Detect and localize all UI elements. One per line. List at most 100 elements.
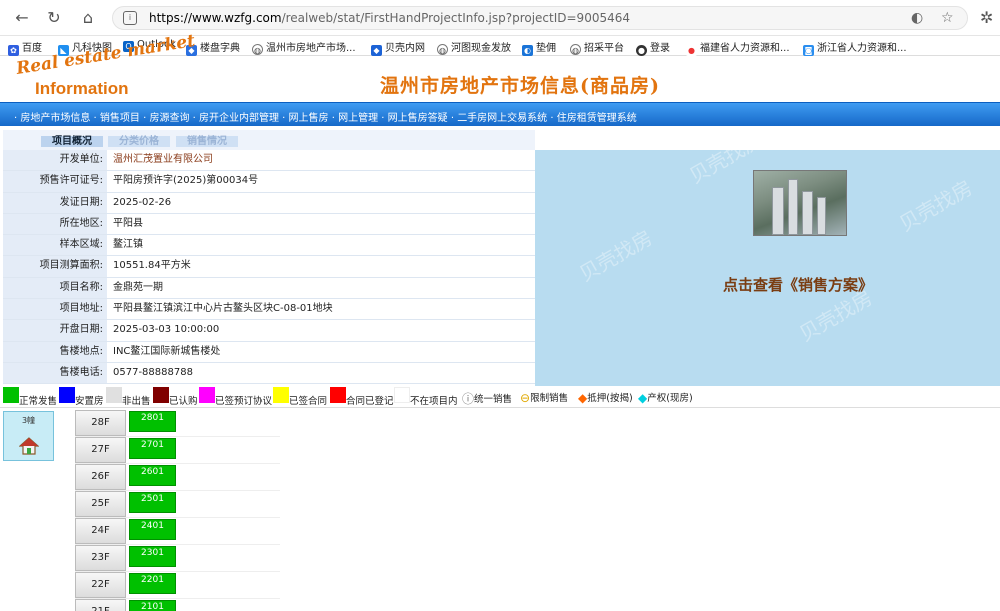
legend-swatch — [394, 387, 410, 403]
unit-cell[interactable]: 2101 — [129, 600, 176, 611]
floor-row: 23F 2301 — [75, 545, 280, 572]
info-label: 项目地址: — [3, 299, 107, 320]
nav-secondhand-system[interactable]: 二手房网上交易系统 — [457, 113, 547, 124]
info-row-area: 项目测算面积: 10551.84平方米 — [3, 256, 535, 278]
floor-label: 24F — [75, 518, 126, 544]
floor-label: 23F — [75, 545, 126, 571]
nav-online-faq[interactable]: 网上售房答疑 — [388, 113, 448, 124]
back-icon[interactable]: ← — [12, 8, 32, 28]
reload-icon[interactable]: ↻ — [44, 8, 64, 28]
legend-subscribed: 已认购 — [153, 387, 198, 407]
info-value: INC鳌江国际新城售楼处 — [113, 345, 221, 357]
cyan-diamond-icon: ◆ — [638, 391, 648, 405]
legend-restricted-sale: ⊖限制销售 — [520, 390, 568, 405]
bookmark-label: 百度 — [22, 43, 42, 54]
favorite-star-icon[interactable]: ☆ — [941, 10, 954, 26]
bookmark-label: 楼盘字典 — [200, 43, 240, 54]
login-icon: ● — [636, 45, 647, 56]
nav-rental-system[interactable]: 住房租赁管理系统 — [557, 113, 637, 124]
unit-cell[interactable]: 2801 — [129, 411, 176, 432]
nav-sales-projects[interactable]: 销售项目 — [100, 113, 140, 124]
legend-label: 抵押(按揭) — [587, 393, 633, 404]
developer-link[interactable]: 温州汇茂置业有限公司 — [113, 150, 213, 170]
bookmark-fujian[interactable]: ● 福建省人力资源和... — [686, 39, 790, 56]
tab-project-overview[interactable]: 项目概况 — [41, 136, 103, 147]
bookmark-beike[interactable]: ◆ 贝壳内网 — [371, 39, 425, 56]
legend-resettlement: 安置房 — [59, 387, 104, 407]
info-value: 2025-02-26 — [113, 196, 172, 208]
floor-row: 28F 2801 — [75, 410, 280, 437]
nav-online-sales[interactable]: 网上售房 — [289, 113, 329, 124]
building-shape — [772, 187, 784, 235]
unit-grid: 28F 2801 27F 2701 26F 2601 25F 2501 24F 2401 … — [75, 410, 280, 611]
beike-icon: ◆ — [371, 45, 382, 56]
info-circle-icon: ⓘ — [462, 392, 475, 406]
translate-icon[interactable]: ◐ — [911, 10, 923, 26]
info-value: 0577-88888788 — [113, 366, 193, 378]
status-legend: 正常发售 安置房 非出售 已认购 已签预订协议 已签合同 合同已登记 不在项目内… — [0, 387, 1000, 408]
home-icon[interactable]: ⌂ — [78, 8, 98, 28]
floor-row: 24F 2401 — [75, 518, 280, 545]
legend-contract-registered: 合同已登记 — [330, 387, 394, 407]
main-nav: · 房地产市场信息 · 销售项目 · 房源查询 · 房开企业内部管理 · 网上售… — [0, 102, 1000, 126]
lock-icon[interactable]: i — [123, 11, 137, 25]
globe-icon: ◍ — [437, 44, 448, 55]
bookmark-baidu[interactable]: ✿ 百度 — [8, 39, 42, 56]
zhejiang-icon: ◙ — [803, 45, 814, 56]
bookmark-label: 温州市房地产市场... — [266, 43, 356, 54]
url-domain: https://www.wzfg.com — [149, 11, 282, 25]
info-label: 样本区域: — [3, 235, 107, 256]
info-value: 10551.84平方米 — [113, 260, 191, 272]
tab-category-price[interactable]: 分类价格 — [108, 136, 170, 147]
info-label: 发证日期: — [3, 192, 107, 213]
legend-label: 限制销售 — [530, 393, 569, 404]
info-row-issue-date: 发证日期: 2025-02-26 — [3, 192, 535, 214]
browser-toolbar: ← ↻ ⌂ i https://www.wzfg.com/realweb/sta… — [0, 0, 1000, 36]
legend-label: 非出售 — [122, 396, 151, 407]
project-thumbnail[interactable] — [753, 170, 847, 236]
floor-label: 26F — [75, 464, 126, 490]
url-text[interactable]: https://www.wzfg.com/realweb/stat/FirstH… — [149, 11, 630, 25]
bookmark-wzfg[interactable]: ◍ 温州市房地产市场... — [252, 39, 356, 55]
extensions-icon[interactable]: ✲ — [980, 8, 993, 27]
unit-cell[interactable]: 2301 — [129, 546, 176, 567]
floor-label: 21F — [75, 599, 126, 611]
address-bar[interactable]: i https://www.wzfg.com/realweb/stat/Firs… — [112, 6, 968, 30]
info-label: 预售许可证号: — [3, 171, 107, 192]
bookmark-hetu[interactable]: ◍ 河图现金发放 — [437, 39, 511, 55]
bookmark-dianyong[interactable]: ◐ 垫佣 — [522, 39, 556, 56]
tab-sales-status[interactable]: 销售情况 — [176, 136, 238, 147]
info-label: 项目名称: — [3, 277, 107, 299]
legend-label: 不在项目内 — [410, 396, 458, 407]
legend-label: 已签合同 — [289, 396, 328, 407]
nav-online-management[interactable]: 网上管理 — [338, 113, 378, 124]
building-selector[interactable]: 3幢 — [3, 411, 54, 461]
site-title: 温州市房地产市场信息(商品房) — [380, 75, 660, 97]
info-label: 所在地区: — [3, 213, 107, 235]
unit-cell[interactable]: 2501 — [129, 492, 176, 513]
bookmark-zhejiang[interactable]: ◙ 浙江省人力资源和... — [803, 39, 907, 56]
unit-cell[interactable]: 2201 — [129, 573, 176, 594]
info-row-sales-office: 售楼地点: INC鳌江国际新城售楼处 — [3, 341, 535, 363]
fujian-icon: ● — [686, 45, 697, 56]
bookmark-label: 招采平台 — [584, 43, 624, 54]
baidu-paw-icon: ✿ — [8, 45, 19, 56]
nav-market-info[interactable]: 房地产市场信息 — [20, 113, 90, 124]
url-path: /realweb/stat/FirstHandProjectInfo.jsp?p… — [281, 11, 630, 25]
bookmark-label: 贝壳内网 — [385, 43, 425, 54]
bookmark-zhaocai[interactable]: ◍ 招采平台 — [570, 39, 624, 55]
unit-cell[interactable]: 2601 — [129, 465, 176, 486]
bookmark-login[interactable]: ● 登录 — [636, 39, 670, 56]
floor-label: 27F — [75, 437, 126, 463]
sales-plan-link[interactable]: 点击查看《销售方案》 — [723, 274, 873, 295]
floor-label: 25F — [75, 491, 126, 517]
unit-cell[interactable]: 2401 — [129, 519, 176, 540]
floor-row: 26F 2601 — [75, 464, 280, 491]
bookmark-label: 河图现金发放 — [451, 43, 511, 54]
nav-developer-admin[interactable]: 房开企业内部管理 — [199, 113, 279, 124]
unit-cell[interactable]: 2701 — [129, 438, 176, 459]
floor-row: 25F 2501 — [75, 491, 280, 518]
info-table: 开发单位: 温州汇茂置业有限公司 预售许可证号: 平阳房预许字(2025)第0003… — [3, 150, 535, 385]
nav-housing-search[interactable]: 房源查询 — [149, 113, 189, 124]
project-info-section: 项目概况 分类价格 销售情况 开发单位: 温州汇茂置业有限公司 预售许可证号: 平阳… — [3, 127, 1000, 386]
